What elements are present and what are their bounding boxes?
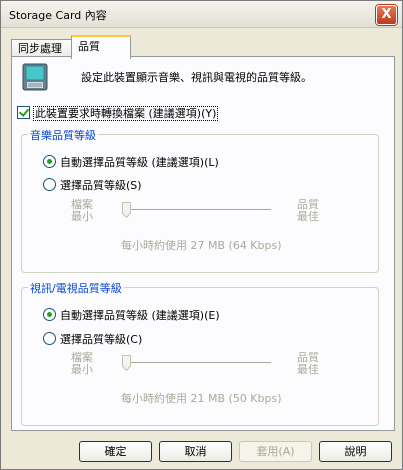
close-button[interactable]: X: [376, 5, 397, 25]
video-slider-left-line2: 最小: [71, 363, 93, 376]
tab-quality[interactable]: 品質: [71, 35, 131, 59]
device-icon: [22, 63, 48, 91]
checkbox-box[interactable]: [17, 106, 30, 119]
help-button[interactable]: 說明: [319, 441, 392, 462]
properties-dialog: Storage Card 內容 X 同步處理 品質 設定此裝置顯示音樂、視訊與電…: [0, 0, 403, 470]
window-title: Storage Card 內容: [9, 9, 107, 22]
music-slider-right-line2: 最佳: [297, 210, 319, 223]
music-slider-track: [123, 209, 271, 213]
video-slider-thumb[interactable]: [122, 355, 131, 371]
video-auto-label: 自動選擇品質等級 (建議選項)(E): [60, 309, 220, 322]
video-slider-left-label: 檔案 最小: [71, 352, 93, 376]
music-slider-left-line2: 最小: [71, 210, 93, 223]
video-slider-right-line2: 最佳: [297, 363, 319, 376]
music-slider-right-label: 品質 最佳: [297, 199, 319, 223]
music-slider-left-label: 檔案 最小: [71, 199, 93, 223]
video-manual-label: 選擇品質等級(C): [60, 333, 143, 346]
video-slider-right-label: 品質 最佳: [297, 352, 319, 376]
music-manual-label: 選擇品質等級(S): [60, 179, 142, 192]
music-auto-radio[interactable]: 自動選擇品質等級 (建議選項)(L): [43, 154, 219, 170]
video-slider-track: [123, 362, 271, 366]
music-rate-text: 每小時約使用 27 MB (64 Kbps): [121, 239, 282, 252]
title-bar: Storage Card 內容 X: [1, 1, 402, 28]
apply-button[interactable]: 套用(A): [239, 441, 312, 462]
radio-button[interactable]: [43, 308, 56, 321]
music-group-title: 音樂品質等級: [28, 127, 98, 143]
radio-button[interactable]: [43, 332, 56, 345]
tab-sync[interactable]: 同步處理: [11, 39, 79, 57]
convert-checkbox-label: 此裝置要求時轉換檔案 (建議選項)(Y): [33, 106, 219, 121]
video-rate-text: 每小時約使用 21 MB (50 Kbps): [121, 392, 282, 405]
radio-button[interactable]: [43, 178, 56, 191]
music-slider-thumb[interactable]: [122, 202, 131, 218]
video-manual-radio[interactable]: 選擇品質等級(C): [43, 331, 142, 347]
description-text: 設定此裝置顯示音樂、視訊與電視的品質等級。: [81, 71, 312, 84]
video-auto-radio[interactable]: 自動選擇品質等級 (建議選項)(E): [43, 307, 220, 323]
ok-button[interactable]: 確定: [79, 441, 152, 462]
video-group-title: 視訊/電視品質等級: [28, 280, 124, 296]
radio-button[interactable]: [43, 155, 56, 168]
convert-checkbox[interactable]: 此裝置要求時轉換檔案 (建議選項)(Y): [17, 105, 219, 121]
music-auto-label: 自動選擇品質等級 (建議選項)(L): [60, 156, 219, 169]
music-manual-radio[interactable]: 選擇品質等級(S): [43, 177, 142, 193]
cancel-button[interactable]: 取消: [159, 441, 232, 462]
